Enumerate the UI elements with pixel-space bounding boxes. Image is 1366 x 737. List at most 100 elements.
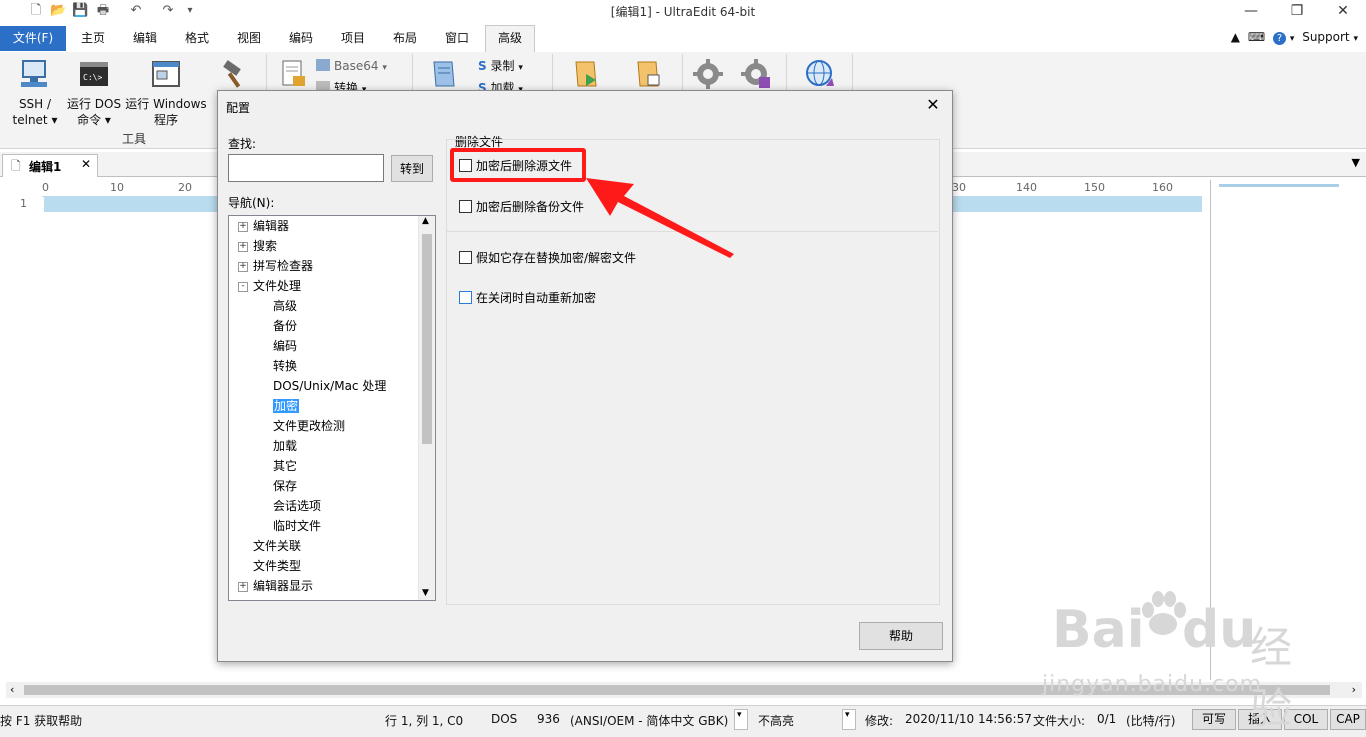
tree-scroll-thumb[interactable] bbox=[422, 234, 432, 444]
status-filesize-unit: (比特/行) bbox=[1126, 714, 1176, 728]
tree-scrollbar[interactable]: ▲ ▼ bbox=[418, 216, 435, 600]
status-line-ending[interactable]: DOS bbox=[491, 712, 517, 726]
goto-button[interactable]: 转到 bbox=[391, 155, 433, 182]
support-dropdown-icon[interactable]: ▾ bbox=[1353, 34, 1358, 44]
svg-text:C:\>: C:\> bbox=[83, 73, 102, 82]
run-windows-label: 运行 Windows bbox=[125, 97, 207, 111]
tree-item[interactable]: 临时文件 bbox=[273, 517, 321, 535]
ribbon-tab-bar: 文件(F) 主页 编辑 格式 视图 编码 项目 布局 窗口 高级 ▲ ⌨ ? ▾… bbox=[0, 24, 1366, 53]
tree-collapse-icon[interactable]: - bbox=[238, 282, 248, 292]
tree-item[interactable]: - 文件处理 bbox=[238, 277, 301, 295]
scroll-left-icon[interactable]: ‹ bbox=[10, 683, 14, 696]
document-tab[interactable]: 🗋 编辑1 ✕ bbox=[2, 154, 98, 177]
close-window-button[interactable]: ✕ bbox=[1320, 0, 1366, 24]
tree-item[interactable]: + 拼写检查器 bbox=[238, 257, 313, 275]
option-auto-reencrypt[interactable]: 在关闭时自动重新加密 bbox=[459, 290, 596, 308]
run-dos-command-button[interactable]: C:\> 运行 DOS 命令 ▾ bbox=[64, 52, 124, 128]
find-input[interactable] bbox=[228, 154, 384, 182]
tree-item[interactable]: 其它 bbox=[273, 457, 297, 475]
tree-item[interactable]: 文件更改检测 bbox=[273, 417, 345, 435]
tree-item[interactable]: + 搜索 bbox=[238, 237, 277, 255]
close-tab-icon[interactable]: ✕ bbox=[81, 157, 91, 171]
caps-lock-button[interactable]: CAP bbox=[1330, 709, 1366, 730]
status-codepage[interactable]: (ANSI/OEM - 简体中文 GBK) bbox=[570, 712, 728, 729]
tree-item-label: 编辑器显示 bbox=[253, 579, 314, 593]
tree-item[interactable]: 备份 bbox=[273, 317, 297, 335]
support-menu[interactable]: Support bbox=[1302, 30, 1349, 44]
base64-icon bbox=[316, 59, 330, 71]
dropdown-arrow-icon: ▾ bbox=[845, 710, 850, 720]
tree-item[interactable]: + 编辑器显示 bbox=[238, 577, 314, 595]
tree-item-label: 保存 bbox=[273, 479, 298, 493]
globe-icon bbox=[806, 60, 834, 86]
status-highlight[interactable]: 不高亮 bbox=[758, 712, 794, 729]
tab-encoding[interactable]: 编码 bbox=[276, 26, 326, 50]
paw-icon bbox=[1142, 591, 1186, 635]
status-modified-label: 修改: bbox=[865, 714, 894, 728]
scroll-down-icon[interactable]: ▼ bbox=[422, 588, 429, 598]
record-macro-button[interactable]: S 录制 ▾ bbox=[478, 58, 548, 76]
tree-item-label: 高级 bbox=[273, 299, 298, 313]
ruler-mark: 0 bbox=[42, 181, 49, 194]
tab-list-dropdown-icon[interactable]: ▼ bbox=[1352, 156, 1360, 169]
codepage-dropdown[interactable]: ▾ bbox=[734, 709, 748, 730]
help-circle-icon[interactable]: ? bbox=[1273, 32, 1287, 45]
close-icon: ✕ bbox=[926, 95, 940, 114]
tree-expand-icon[interactable]: + bbox=[238, 242, 248, 252]
tree-expand-icon[interactable]: + bbox=[238, 582, 248, 592]
tree-item[interactable]: 高级 bbox=[273, 297, 297, 315]
tree-item[interactable]: 会话选项 bbox=[273, 497, 321, 515]
red-arrow-icon bbox=[586, 178, 734, 258]
ribbon-right-tools: ▲ ⌨ ? ▾ Support ▾ bbox=[1231, 30, 1358, 45]
collapse-ribbon-icon[interactable]: ▲ bbox=[1231, 30, 1240, 44]
tools-group-label: 工具 bbox=[122, 132, 147, 146]
scroll-up-icon[interactable]: ▲ bbox=[422, 216, 429, 226]
tab-advanced[interactable]: 高级 bbox=[485, 25, 535, 53]
tree-item[interactable]: 文件类型 bbox=[253, 557, 301, 575]
tab-view[interactable]: 视图 bbox=[224, 26, 274, 50]
dialog-close-button[interactable]: ✕ bbox=[922, 94, 944, 116]
tab-file[interactable]: 文件(F) bbox=[0, 26, 66, 51]
gear-save-icon bbox=[741, 59, 770, 88]
window-title: [编辑1] - UltraEdit 64-bit bbox=[610, 5, 756, 19]
keyboard-icon[interactable]: ⌨ bbox=[1248, 30, 1265, 44]
tree-item[interactable]: + 编辑器 bbox=[238, 217, 289, 235]
tab-edit[interactable]: 编辑 bbox=[120, 26, 170, 50]
tab-home[interactable]: 主页 bbox=[68, 26, 118, 50]
writable-button[interactable]: 可写 bbox=[1192, 709, 1236, 730]
tab-layout[interactable]: 布局 bbox=[380, 26, 430, 50]
navigation-tree[interactable]: + 编辑器 + 搜索 + 拼写检查器 - 文件处理高级备份编码转换 DOS/Unix/Mac 处… bbox=[228, 215, 436, 601]
tree-item-label: 转换 bbox=[273, 359, 298, 373]
tree-item[interactable]: 编码 bbox=[273, 337, 297, 355]
baidu-url-text: jingyan.baidu.com bbox=[1042, 672, 1263, 697]
tab-window[interactable]: 窗口 bbox=[432, 26, 482, 50]
status-position[interactable]: 行 1, 列 1, C0 bbox=[385, 712, 463, 729]
tab-format[interactable]: 格式 bbox=[172, 26, 222, 50]
tree-item[interactable]: 加密 bbox=[273, 397, 300, 415]
tree-item-label: 备份 bbox=[273, 319, 298, 333]
scroll-right-icon[interactable]: › bbox=[1352, 683, 1356, 696]
minimize-button[interactable]: — bbox=[1228, 0, 1274, 24]
ssh-telnet-button[interactable]: SSH / telnet ▾ bbox=[8, 52, 62, 128]
line-number-gutter: 1 bbox=[6, 196, 42, 680]
tab-project[interactable]: 项目 bbox=[328, 26, 378, 50]
highlight-dropdown[interactable]: ▾ bbox=[842, 709, 856, 730]
tree-item-label: 临时文件 bbox=[273, 519, 322, 533]
tree-item[interactable]: 保存 bbox=[273, 477, 297, 495]
run-windows-program-button[interactable]: 运行 Windows 程序 bbox=[124, 52, 208, 128]
tree-item[interactable]: DOS/Unix/Mac 处理 bbox=[273, 377, 386, 395]
tree-item[interactable]: 转换 bbox=[273, 357, 297, 375]
help-dropdown-icon[interactable]: ▾ bbox=[1290, 34, 1295, 44]
tree-item[interactable]: 加载 bbox=[273, 437, 297, 455]
restore-button[interactable]: ❐ bbox=[1274, 0, 1320, 24]
option-delete-backup[interactable]: 加密后删除备份文件 bbox=[459, 199, 584, 217]
base64-button[interactable]: Base64 ▾ bbox=[316, 58, 396, 76]
hammer-icon bbox=[223, 60, 241, 88]
checkbox[interactable] bbox=[459, 291, 472, 304]
help-button[interactable]: 帮助 bbox=[859, 622, 943, 650]
tree-expand-icon[interactable]: + bbox=[238, 262, 248, 272]
tree-expand-icon[interactable]: + bbox=[238, 222, 248, 232]
checkbox[interactable] bbox=[459, 200, 472, 213]
checkbox[interactable] bbox=[459, 251, 472, 264]
tree-item[interactable]: 文件关联 bbox=[253, 537, 301, 555]
